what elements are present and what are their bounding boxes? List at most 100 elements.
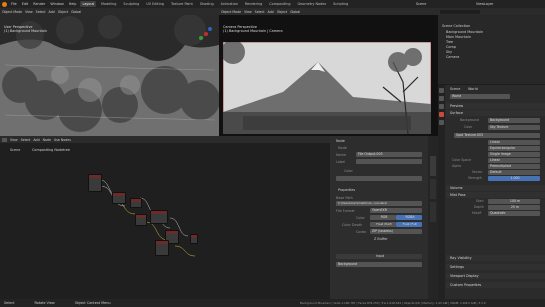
tab-texture-paint[interactable]: Texture Paint — [169, 1, 195, 7]
menu-window[interactable]: Window — [49, 2, 64, 6]
node-output-small[interactable] — [190, 234, 198, 244]
menu-edit[interactable]: Edit — [21, 2, 30, 6]
interpolation-select[interactable]: Linear — [488, 140, 540, 145]
properties-header[interactable]: Properties — [338, 188, 355, 192]
outliner-item[interactable]: Sky — [446, 50, 452, 54]
section-custom-properties[interactable]: Custom Properties — [446, 282, 545, 288]
menu-view[interactable]: View — [25, 10, 33, 14]
tab-tool[interactable] — [430, 179, 436, 199]
node-file-output[interactable] — [112, 192, 126, 204]
section-mist-pass[interactable]: Mist Pass — [446, 192, 545, 198]
alpha-select[interactable]: Premultiplied — [488, 164, 540, 169]
node-viewer[interactable] — [150, 210, 168, 224]
node-composite[interactable] — [155, 240, 169, 256]
tab-scripting[interactable]: Scripting — [331, 1, 350, 7]
outliner-search[interactable] — [440, 9, 480, 14]
node-panel-header[interactable]: Node — [338, 146, 347, 150]
outliner-item[interactable]: Main Mountain — [446, 35, 471, 39]
node-color-field[interactable] — [336, 176, 422, 181]
navigation-gizmo[interactable] — [198, 26, 214, 42]
menu-select[interactable]: Select — [255, 10, 265, 14]
vector-field[interactable]: Default — [488, 170, 540, 175]
tab-compositing[interactable]: Compositing — [267, 1, 292, 7]
tab-geometry-nodes[interactable]: Geometry Nodes — [296, 1, 329, 7]
node-color-ramp[interactable] — [135, 214, 147, 226]
section-surface[interactable]: Surface — [446, 110, 545, 116]
node-mix[interactable] — [130, 198, 142, 208]
transform-orientation[interactable]: Global — [71, 10, 81, 14]
section-preview[interactable]: Preview — [446, 103, 545, 109]
blender-logo-icon[interactable] — [2, 1, 7, 7]
alpha-label: Alpha — [452, 164, 462, 168]
outliner-item[interactable]: Tree — [446, 40, 453, 44]
menu-render[interactable]: Render — [32, 2, 46, 6]
node-render-layers[interactable] — [88, 174, 102, 192]
tab-node[interactable] — [430, 156, 436, 176]
color-rgba-button[interactable]: RGBA — [396, 215, 422, 220]
mist-start-field[interactable]: 100 m — [488, 199, 540, 204]
scene-tab-icon[interactable] — [439, 104, 444, 109]
view-layer-selector[interactable]: ViewLayer — [476, 2, 494, 6]
tab-rendering[interactable]: Rendering — [243, 1, 264, 7]
world-tab-icon[interactable] — [439, 112, 444, 117]
node-editor[interactable]: View Select Add Node Use Nodes Scene Com… — [0, 136, 438, 299]
viewport-left[interactable]: Object Mode View Select Add Object Globa… — [0, 8, 219, 136]
strength-field[interactable]: 1.000 — [488, 176, 540, 181]
menu-file[interactable]: File — [10, 2, 18, 6]
mist-depth-label: Depth — [474, 205, 484, 209]
input-header[interactable]: Input — [336, 254, 422, 259]
depth-half-button[interactable]: Float (Half) — [370, 222, 396, 227]
file-format-select[interactable]: OpenEXR — [370, 208, 422, 213]
menu-help[interactable]: Help — [68, 2, 78, 6]
tab-uv-editing[interactable]: UV Editing — [144, 1, 166, 7]
section-ray-visibility[interactable]: Ray Visibility — [446, 255, 545, 261]
zbuffer-checkbox[interactable]: Z Buffer — [374, 237, 388, 241]
menu-object[interactable]: Object — [58, 10, 68, 14]
color-rgb-button[interactable]: RGB — [370, 215, 396, 220]
name-label: Name — [336, 153, 347, 157]
tab-animation[interactable]: Animation — [219, 1, 240, 7]
render-tab-icon[interactable] — [439, 88, 444, 93]
mode-selector[interactable]: Object Mode — [221, 10, 241, 14]
section-viewport-display[interactable]: Viewport Display — [446, 273, 545, 279]
projection-select[interactable]: Equirectangular — [488, 146, 540, 151]
mist-depth-field[interactable]: 25 m — [488, 205, 540, 210]
mist-falloff-select[interactable]: Quadratic — [488, 211, 540, 216]
menu-select[interactable]: Select — [36, 10, 46, 14]
object-tab-icon[interactable] — [439, 120, 444, 125]
transform-orientation[interactable]: Global — [290, 10, 300, 14]
outliner-item[interactable]: Comp — [446, 45, 456, 49]
viewport-camera[interactable]: Object Mode View Select Add Object Globa… — [219, 8, 438, 136]
tab-sculpting[interactable]: Sculpting — [121, 1, 141, 7]
section-volume[interactable]: Volume — [446, 185, 545, 191]
tab-layout[interactable]: Layout — [80, 1, 96, 7]
input-slot-field[interactable]: Background — [336, 262, 422, 267]
depth-full-button[interactable]: Float (Full) — [396, 222, 422, 227]
outliner-item[interactable]: Background Mountain — [446, 30, 483, 34]
image-node-field[interactable]: Spot Texture.003 — [454, 133, 540, 138]
outliner-item[interactable]: Scene Collection — [442, 24, 470, 28]
outliner-item[interactable]: Camera — [446, 55, 459, 59]
tab-shading[interactable]: Shading — [198, 1, 216, 7]
codec-select[interactable]: ZIP (lossless) — [370, 229, 422, 234]
scene-selector[interactable]: Scene — [416, 2, 426, 6]
world-name-field[interactable]: World — [450, 94, 510, 99]
source-select[interactable]: Single Image — [488, 152, 540, 157]
tab-modeling[interactable]: Modeling — [99, 1, 118, 7]
color-toggle[interactable]: Color — [344, 169, 353, 173]
menu-add[interactable]: Add — [49, 10, 55, 14]
mode-selector[interactable]: Object Mode — [2, 10, 22, 14]
surface-shader-field[interactable]: Background — [488, 118, 540, 123]
color-input-field[interactable]: Sky Texture — [488, 125, 540, 130]
base-path-field[interactable]: C:\Users\mac\OneDrive\...\renders\ — [336, 201, 422, 206]
vector-label: Vector — [472, 170, 483, 174]
menu-add[interactable]: Add — [268, 10, 274, 14]
menu-object[interactable]: Object — [277, 10, 287, 14]
node-label-field[interactable] — [356, 159, 422, 164]
menu-view[interactable]: View — [244, 10, 252, 14]
tab-view[interactable] — [430, 202, 436, 222]
colorspace-select[interactable]: Linear — [488, 158, 540, 163]
output-tab-icon[interactable] — [439, 96, 444, 101]
section-settings[interactable]: Settings — [446, 264, 545, 270]
node-name-field[interactable]: File Output.003 — [356, 152, 422, 157]
